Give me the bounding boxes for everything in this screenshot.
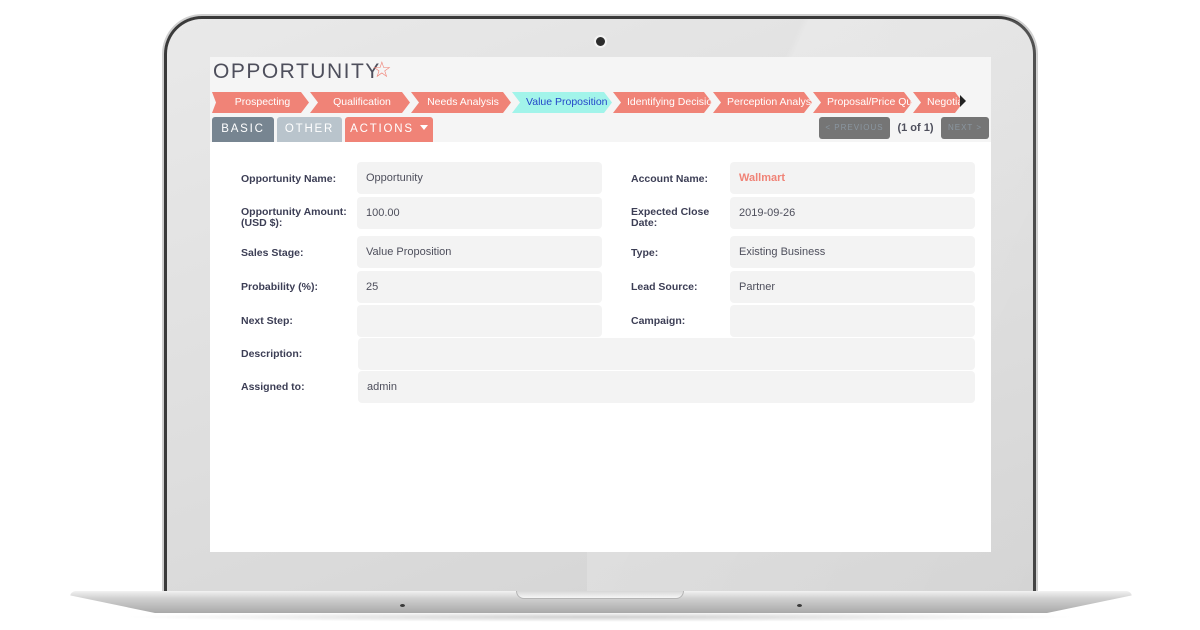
description-label: Description: — [241, 348, 303, 360]
lead-source-value: Partner — [730, 271, 975, 303]
laptop-foot — [400, 604, 405, 607]
probability-value: 25 — [357, 271, 602, 303]
record-count: (1 of 1) — [897, 122, 934, 134]
app-screen: OPPORTUNITY ☆ Prospecting Qualification … — [210, 57, 991, 552]
account-name-link[interactable]: Wallmart — [730, 162, 975, 194]
laptop-notch — [516, 591, 684, 599]
star-outline-icon[interactable]: ☆ — [372, 57, 392, 83]
caret-down-icon — [419, 125, 428, 130]
stage-prospecting[interactable]: Prospecting — [212, 92, 309, 113]
next-button[interactable]: NEXT > — [941, 117, 989, 139]
page-title: OPPORTUNITY — [213, 60, 381, 83]
assigned-to-label: Assigned to: — [241, 381, 305, 393]
account-name-label: Account Name: — [631, 173, 709, 185]
laptop-shadow — [120, 612, 1080, 622]
stage-value-proposition[interactable]: Value Proposition — [512, 92, 612, 113]
opportunity-amount-label: Opportunity Amount: (USD $): — [241, 206, 347, 229]
sales-stage-progress: Prospecting Qualification Needs Analysis… — [212, 92, 964, 113]
next-step-label: Next Step: — [241, 315, 293, 327]
laptop-foot — [797, 604, 802, 607]
record-header: OPPORTUNITY ☆ Prospecting Qualification … — [210, 57, 991, 142]
actions-menu-button[interactable]: ACTIONS — [345, 117, 433, 142]
assigned-to-value: admin — [358, 371, 975, 403]
campaign-label: Campaign: — [631, 315, 686, 327]
expected-close-date-label: Expected Close Date: — [631, 206, 710, 229]
tab-basic[interactable]: BASIC — [212, 117, 274, 142]
previous-button[interactable]: < PREVIOUS — [819, 117, 890, 139]
type-label: Type: — [631, 247, 659, 259]
webcam-icon — [594, 35, 607, 48]
triangle-right-icon[interactable] — [960, 95, 966, 107]
description-value — [358, 338, 975, 370]
stage-qualification[interactable]: Qualification — [310, 92, 410, 113]
stage-proposal-price-quote[interactable]: Proposal/Price Quote — [813, 92, 912, 113]
stage-needs-analysis[interactable]: Needs Analysis — [411, 92, 511, 113]
record-pagination: < PREVIOUS (1 of 1) NEXT > — [819, 117, 989, 139]
detail-tabs: BASIC OTHER ACTIONS — [212, 117, 436, 142]
opportunity-name-label: Opportunity Name: — [241, 173, 337, 185]
opportunity-amount-value: 100.00 — [357, 197, 602, 229]
probability-label: Probability (%): — [241, 281, 319, 293]
stage-negotiation[interactable]: Negotiation — [913, 92, 963, 113]
next-step-value — [357, 305, 602, 337]
sales-stage-label: Sales Stage: — [241, 247, 304, 259]
stage-identifying-decision[interactable]: Identifying Decision — [613, 92, 712, 113]
opportunity-name-value: Opportunity — [357, 162, 602, 194]
sales-stage-value: Value Proposition — [357, 236, 602, 268]
lead-source-label: Lead Source: — [631, 281, 698, 293]
type-value: Existing Business — [730, 236, 975, 268]
stage-perception-analysis[interactable]: Perception Analysis — [713, 92, 812, 113]
tab-other[interactable]: OTHER — [277, 117, 342, 142]
expected-close-date-value: 2019-09-26 — [730, 197, 975, 229]
detail-panel: Opportunity Name: Opportunity Opportunit… — [210, 142, 991, 403]
campaign-value — [730, 305, 975, 337]
